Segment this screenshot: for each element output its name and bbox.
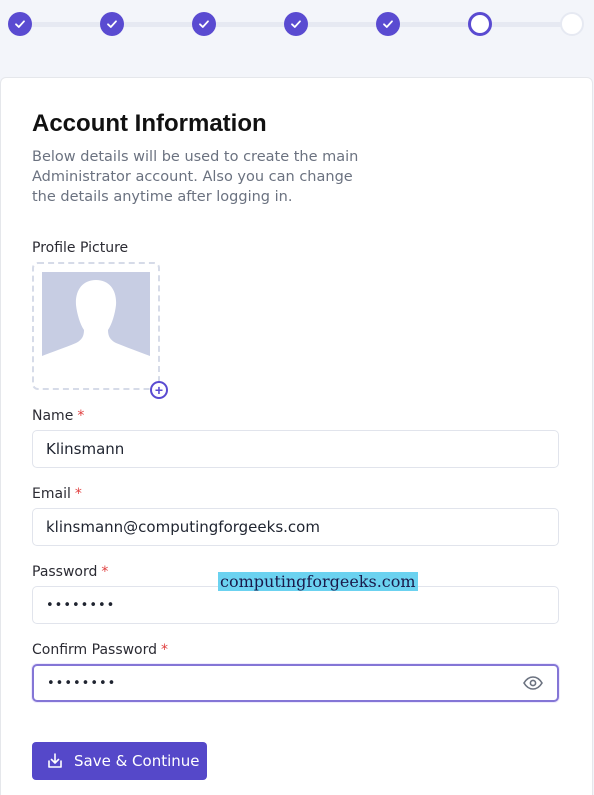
check-icon <box>291 20 301 28</box>
page-subtitle: Below details will be used to create the… <box>32 149 359 205</box>
save-button-label: Save & Continue <box>74 752 200 770</box>
email-value: klinsmann@computingforgeeks.com <box>46 518 320 536</box>
page-title: Account Information <box>32 110 267 137</box>
name-value: Klinsmann <box>46 440 125 458</box>
user-silhouette-icon <box>42 280 150 372</box>
watermark-text: computingforgeeks.com <box>218 572 418 591</box>
step-5-complete[interactable] <box>376 12 400 36</box>
profile-picture-label: Profile Picture <box>32 240 129 256</box>
check-icon <box>383 20 393 28</box>
password-input[interactable]: •••••••• <box>32 586 559 624</box>
step-4-complete[interactable] <box>284 12 308 36</box>
step-7-pending <box>560 12 584 36</box>
step-6-current[interactable] <box>468 12 492 36</box>
check-icon <box>15 20 25 28</box>
confirm-password-label: Confirm Password * <box>32 642 169 658</box>
email-label: Email * <box>32 486 82 502</box>
step-1-complete[interactable] <box>8 12 32 36</box>
step-2-complete[interactable] <box>100 12 124 36</box>
confirm-password-value: •••••••• <box>47 675 117 691</box>
profile-picture-dropzone[interactable] <box>32 262 160 390</box>
password-value: •••••••• <box>46 597 116 613</box>
email-input[interactable]: klinsmann@computingforgeeks.com <box>32 508 559 546</box>
check-icon <box>107 20 117 28</box>
step-3-complete[interactable] <box>192 12 216 36</box>
password-label: Password * <box>32 564 109 580</box>
avatar-placeholder-image <box>42 272 150 372</box>
confirm-password-input[interactable]: •••••••• <box>32 664 559 702</box>
progress-stepper <box>0 0 594 50</box>
plus-circle-icon[interactable]: + <box>150 381 168 399</box>
save-continue-button[interactable]: Save & Continue <box>32 742 207 780</box>
check-icon <box>199 20 209 28</box>
name-input[interactable]: Klinsmann <box>32 430 559 468</box>
name-label: Name * <box>32 408 85 424</box>
save-download-icon <box>48 753 62 768</box>
eye-icon[interactable] <box>523 676 543 690</box>
